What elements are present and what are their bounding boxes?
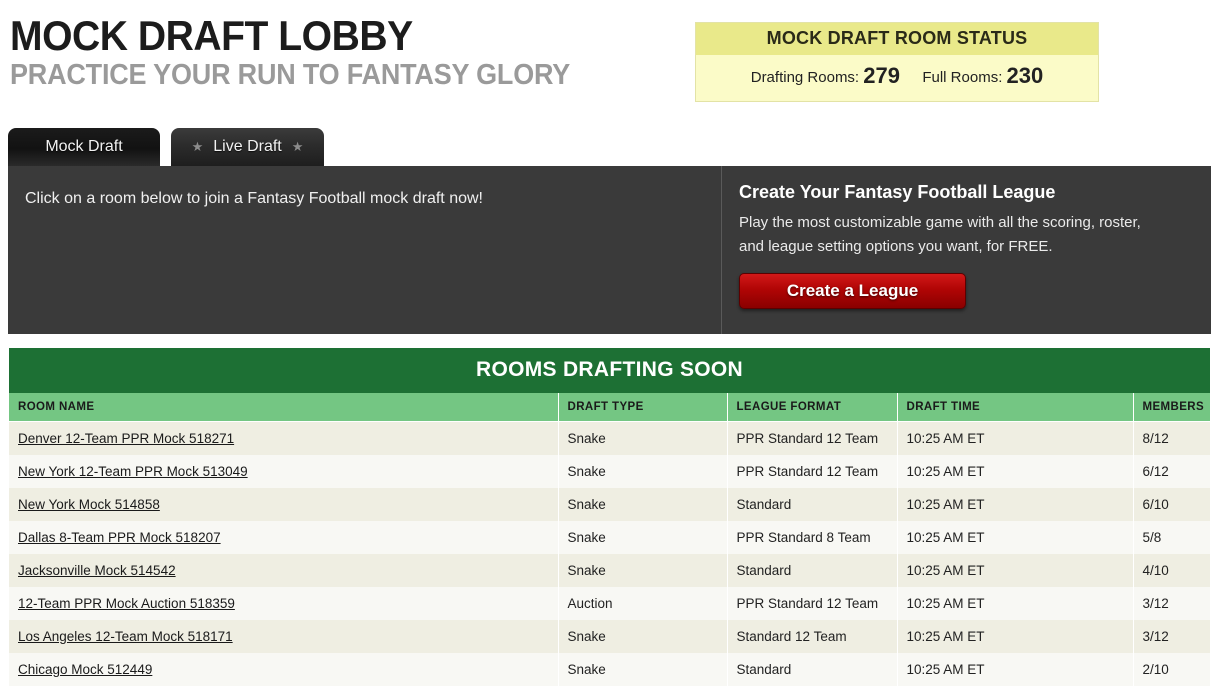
room-link[interactable]: Denver 12-Team PPR Mock 518271 bbox=[18, 431, 234, 446]
cell-room-name: Denver 12-Team PPR Mock 518271 bbox=[9, 422, 558, 456]
page-subtitle: PRACTICE YOUR RUN TO FANTASY GLORY bbox=[10, 58, 570, 92]
drafting-rooms-count: 279 bbox=[863, 63, 900, 88]
rooms-table-body: Denver 12-Team PPR Mock 518271SnakePPR S… bbox=[9, 422, 1210, 686]
cell-draft-type: Snake bbox=[558, 653, 727, 686]
table-row[interactable]: Denver 12-Team PPR Mock 518271 SnakePPR S… bbox=[9, 422, 1210, 456]
table-row[interactable]: Los Angeles 12-Team Mock 518171 SnakeStan… bbox=[9, 620, 1210, 653]
create-league-description: Play the most customizable game with all… bbox=[723, 203, 1185, 259]
cell-draft-time: 10:25 AM ET bbox=[897, 587, 1133, 620]
rooms-table-head: ROOM NAME DRAFT TYPE LEAGUE FORMAT DRAFT… bbox=[9, 393, 1210, 422]
status-panel: MOCK DRAFT ROOM STATUS Drafting Rooms: 2… bbox=[695, 22, 1099, 102]
cell-room-name: 12-Team PPR Mock Auction 518359 bbox=[9, 587, 558, 620]
cell-members: 5/8 bbox=[1133, 521, 1210, 554]
table-row[interactable]: Dallas 8-Team PPR Mock 518207 SnakePPR St… bbox=[9, 521, 1210, 554]
tab-mock-draft[interactable]: Mock Draft bbox=[8, 128, 160, 166]
column-header-room-name[interactable]: ROOM NAME bbox=[9, 393, 558, 422]
cell-members: 4/10 bbox=[1133, 554, 1210, 587]
cell-league-format: Standard bbox=[727, 653, 897, 686]
cell-league-format: Standard bbox=[727, 554, 897, 587]
cell-draft-type: Snake bbox=[558, 620, 727, 653]
star-icon-right: ★ bbox=[292, 139, 304, 155]
cell-room-name: Dallas 8-Team PPR Mock 518207 bbox=[9, 521, 558, 554]
brand-block: MOCK DRAFT LOBBY PRACTICE YOUR RUN TO FA… bbox=[10, 14, 612, 92]
cell-draft-type: Auction bbox=[558, 587, 727, 620]
cell-members: 8/12 bbox=[1133, 422, 1210, 456]
tab-live-draft[interactable]: ★ Live Draft ★ bbox=[171, 128, 324, 166]
table-row[interactable]: 12-Team PPR Mock Auction 518359 AuctionPP… bbox=[9, 587, 1210, 620]
room-link[interactable]: 12-Team PPR Mock Auction 518359 bbox=[18, 596, 235, 611]
table-row[interactable]: Chicago Mock 512449 SnakeStandard10:25 AM… bbox=[9, 653, 1210, 686]
table-row[interactable]: Jacksonville Mock 514542 SnakeStandard10:… bbox=[9, 554, 1210, 587]
cell-league-format: Standard 12 Team bbox=[727, 620, 897, 653]
cell-draft-time: 10:25 AM ET bbox=[897, 422, 1133, 456]
cell-draft-time: 10:25 AM ET bbox=[897, 455, 1133, 488]
cell-draft-type: Snake bbox=[558, 521, 727, 554]
cell-league-format: PPR Standard 8 Team bbox=[727, 521, 897, 554]
column-header-draft-type[interactable]: DRAFT TYPE bbox=[558, 393, 727, 422]
tab-live-draft-label: Live Draft bbox=[213, 138, 281, 156]
full-rooms-count: 230 bbox=[1007, 63, 1044, 88]
cell-room-name: Chicago Mock 512449 bbox=[9, 653, 558, 686]
cell-members: 3/12 bbox=[1133, 587, 1210, 620]
room-link[interactable]: Dallas 8-Team PPR Mock 518207 bbox=[18, 530, 221, 545]
full-rooms-label: Full Rooms: bbox=[922, 69, 1002, 86]
table-row[interactable]: New York 12-Team PPR Mock 513049 SnakePPR… bbox=[9, 455, 1210, 488]
cell-members: 6/12 bbox=[1133, 455, 1210, 488]
room-link[interactable]: Chicago Mock 512449 bbox=[18, 662, 152, 677]
table-row[interactable]: New York Mock 514858 SnakeStandard10:25 A… bbox=[9, 488, 1210, 521]
create-league-heading: Create Your Fantasy Football League bbox=[723, 166, 1211, 203]
lobby-instruction-text: Click on a room below to join a Fantasy … bbox=[8, 166, 721, 208]
cell-room-name: New York 12-Team PPR Mock 513049 bbox=[9, 455, 558, 488]
drafting-rooms-label: Drafting Rooms: bbox=[751, 69, 859, 86]
tab-mock-draft-label: Mock Draft bbox=[45, 138, 122, 156]
cell-league-format: PPR Standard 12 Team bbox=[727, 455, 897, 488]
rooms-section-title: ROOMS DRAFTING SOON bbox=[9, 348, 1210, 393]
cell-room-name: New York Mock 514858 bbox=[9, 488, 558, 521]
room-link[interactable]: Los Angeles 12-Team Mock 518171 bbox=[18, 629, 233, 644]
cell-draft-type: Snake bbox=[558, 488, 727, 521]
column-header-members[interactable]: MEMBERS bbox=[1133, 393, 1210, 422]
cell-members: 3/12 bbox=[1133, 620, 1210, 653]
page-header: MOCK DRAFT LOBBY PRACTICE YOUR RUN TO FA… bbox=[0, 0, 1218, 128]
cell-league-format: PPR Standard 12 Team bbox=[727, 422, 897, 456]
cell-league-format: Standard bbox=[727, 488, 897, 521]
status-panel-title: MOCK DRAFT ROOM STATUS bbox=[696, 23, 1098, 55]
column-header-draft-time[interactable]: DRAFT TIME bbox=[897, 393, 1133, 422]
cell-draft-time: 10:25 AM ET bbox=[897, 488, 1133, 521]
info-panel-left: Click on a room below to join a Fantasy … bbox=[8, 166, 722, 334]
info-panel: Click on a room below to join a Fantasy … bbox=[8, 166, 1211, 334]
tab-bar: Mock Draft ★ Live Draft ★ bbox=[8, 128, 1218, 166]
page-title: MOCK DRAFT LOBBY bbox=[10, 14, 570, 58]
cell-room-name: Los Angeles 12-Team Mock 518171 bbox=[9, 620, 558, 653]
cell-room-name: Jacksonville Mock 514542 bbox=[9, 554, 558, 587]
rooms-table: ROOM NAME DRAFT TYPE LEAGUE FORMAT DRAFT… bbox=[9, 393, 1210, 686]
rooms-section: ROOMS DRAFTING SOON ROOM NAME DRAFT TYPE… bbox=[9, 348, 1210, 686]
cell-draft-type: Snake bbox=[558, 455, 727, 488]
room-link[interactable]: Jacksonville Mock 514542 bbox=[18, 563, 176, 578]
cell-draft-time: 10:25 AM ET bbox=[897, 521, 1133, 554]
star-icon-left: ★ bbox=[192, 139, 204, 155]
create-a-league-button[interactable]: Create a League bbox=[739, 273, 966, 309]
info-panel-right: Create Your Fantasy Football League Play… bbox=[723, 166, 1211, 334]
cell-members: 6/10 bbox=[1133, 488, 1210, 521]
cell-members: 2/10 bbox=[1133, 653, 1210, 686]
cell-draft-type: Snake bbox=[558, 554, 727, 587]
cell-league-format: PPR Standard 12 Team bbox=[727, 587, 897, 620]
cell-draft-type: Snake bbox=[558, 422, 727, 456]
status-panel-body: Drafting Rooms: 279 Full Rooms: 230 bbox=[696, 55, 1098, 101]
room-link[interactable]: New York Mock 514858 bbox=[18, 497, 160, 512]
cell-draft-time: 10:25 AM ET bbox=[897, 653, 1133, 686]
room-link[interactable]: New York 12-Team PPR Mock 513049 bbox=[18, 464, 248, 479]
column-header-league-format[interactable]: LEAGUE FORMAT bbox=[727, 393, 897, 422]
cell-draft-time: 10:25 AM ET bbox=[897, 620, 1133, 653]
table-header-row: ROOM NAME DRAFT TYPE LEAGUE FORMAT DRAFT… bbox=[9, 393, 1210, 422]
cell-draft-time: 10:25 AM ET bbox=[897, 554, 1133, 587]
